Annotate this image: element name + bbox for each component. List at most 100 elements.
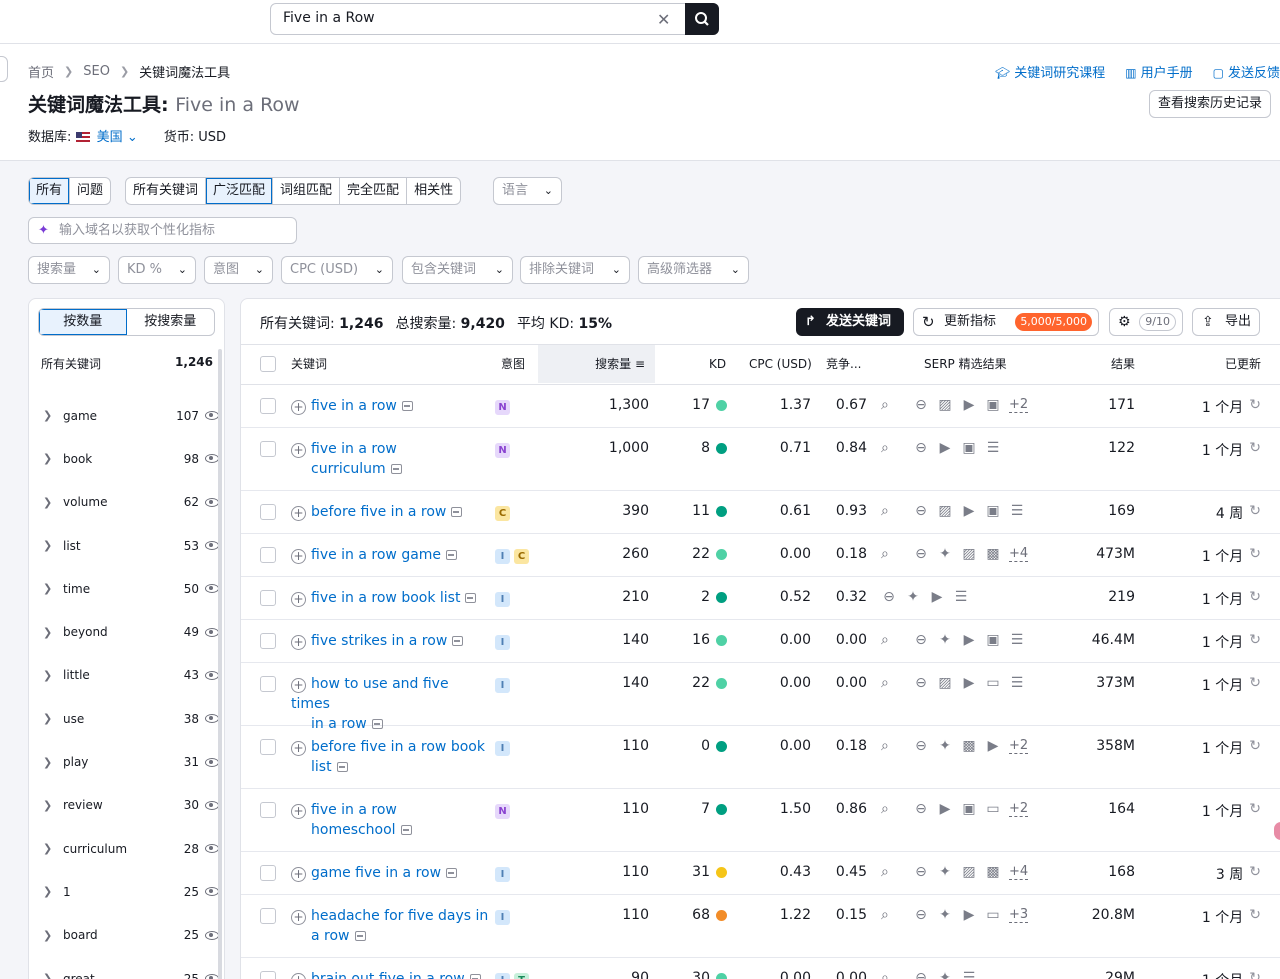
refresh-icon[interactable]: ↻: [1249, 738, 1261, 758]
serp-more[interactable]: +4: [1009, 864, 1029, 880]
chevron-right-icon[interactable]: ❯: [43, 885, 63, 898]
close-icon[interactable]: ✕: [657, 10, 670, 29]
group-item[interactable]: ❯ book 98: [29, 437, 219, 480]
eye-icon[interactable]: [205, 887, 219, 897]
serp-snapshot-icon[interactable]: [354, 931, 366, 941]
group-item[interactable]: ❯ time 50: [29, 567, 219, 610]
filter-intent[interactable]: 意图 ⌄: [204, 256, 273, 284]
column-settings-button[interactable]: ⚙ 9/10: [1109, 308, 1183, 336]
add-to-list-icon[interactable]: +: [291, 635, 306, 650]
serp-magnifier-icon[interactable]: ⌕: [881, 970, 889, 979]
serp-more[interactable]: +2: [1009, 738, 1029, 754]
group-item[interactable]: ❯ great 25: [29, 957, 219, 979]
row-checkbox[interactable]: [260, 802, 276, 818]
col-results[interactable]: 结果: [1111, 345, 1135, 383]
keyword-link[interactable]: + five in a row book list: [291, 588, 491, 608]
eye-icon[interactable]: [205, 497, 219, 507]
chevron-right-icon[interactable]: ❯: [43, 842, 63, 855]
serp-snapshot-icon[interactable]: [446, 550, 458, 560]
add-to-list-icon[interactable]: +: [291, 549, 306, 564]
serp-snapshot-icon[interactable]: [465, 593, 477, 603]
row-checkbox[interactable]: [260, 398, 276, 414]
tab-related[interactable]: 相关性: [407, 178, 460, 204]
row-checkbox[interactable]: [260, 739, 276, 755]
serp-magnifier-icon[interactable]: ⌕: [881, 738, 889, 754]
keyword-link[interactable]: + before five in a row book list: [291, 737, 491, 777]
add-to-list-icon[interactable]: +: [291, 506, 306, 521]
eye-icon[interactable]: [205, 974, 219, 979]
serp-more[interactable]: +3: [1009, 907, 1029, 923]
breadcrumb-home[interactable]: 首页: [28, 62, 54, 81]
select-all-checkbox[interactable]: [260, 356, 276, 372]
chevron-right-icon[interactable]: ❯: [43, 626, 63, 639]
feedback-link[interactable]: ▢ 发送反馈: [1213, 62, 1280, 81]
refresh-icon[interactable]: ↻: [1249, 440, 1261, 460]
sort-by-count[interactable]: 按数量: [39, 309, 127, 335]
group-item[interactable]: ❯ play 31: [29, 740, 219, 783]
filter-exclude[interactable]: 排除关键词 ⌄: [520, 256, 630, 284]
serp-snapshot-icon[interactable]: [401, 401, 413, 411]
groups-scrollbar[interactable]: [218, 349, 222, 979]
tab-exact-match[interactable]: 完全匹配: [340, 178, 408, 204]
chevron-right-icon[interactable]: ❯: [43, 929, 63, 942]
chevron-right-icon[interactable]: ❯: [43, 496, 63, 509]
chevron-right-icon[interactable]: ❯: [43, 972, 63, 979]
keyword-link[interactable]: + game five in a row: [291, 863, 491, 883]
breadcrumb-seo[interactable]: SEO: [83, 64, 110, 79]
group-item[interactable]: ❯ little 43: [29, 654, 219, 697]
search-input[interactable]: [283, 10, 643, 26]
chevron-right-icon[interactable]: ❯: [43, 756, 63, 769]
keyword-link[interactable]: + five in a row game: [291, 545, 491, 565]
tab-questions[interactable]: 问题: [70, 178, 110, 204]
eye-icon[interactable]: [205, 541, 219, 551]
add-to-list-icon[interactable]: +: [291, 973, 306, 979]
keyword-link[interactable]: + five in a row curriculum: [291, 439, 491, 479]
keyword-link[interactable]: + five in a row homeschool: [291, 800, 491, 840]
col-volume[interactable]: 搜索量 ≡: [538, 345, 655, 383]
search-button[interactable]: [685, 3, 719, 35]
tab-broad-match[interactable]: 广泛匹配: [206, 178, 274, 204]
keyword-link[interactable]: + before five in a row: [291, 502, 491, 522]
row-checkbox[interactable]: [260, 590, 276, 606]
serp-magnifier-icon[interactable]: ⌕: [881, 440, 889, 456]
all-keywords-group[interactable]: 所有关键词 1,246: [41, 355, 213, 372]
serp-snapshot-icon[interactable]: [452, 636, 464, 646]
row-checkbox[interactable]: [260, 908, 276, 924]
chevron-right-icon[interactable]: ❯: [43, 452, 63, 465]
add-to-list-icon[interactable]: +: [291, 678, 306, 693]
serp-magnifier-icon[interactable]: ⌕: [881, 632, 889, 648]
tab-all[interactable]: 所有: [29, 178, 71, 204]
col-updated[interactable]: 已更新: [1225, 345, 1261, 383]
add-to-list-icon[interactable]: +: [291, 741, 306, 756]
chevron-right-icon[interactable]: ❯: [43, 669, 63, 682]
sidebar-toggle[interactable]: [0, 56, 8, 82]
col-keyword[interactable]: 关键词: [291, 345, 327, 383]
serp-magnifier-icon[interactable]: ⌕: [881, 503, 889, 519]
serp-magnifier-icon[interactable]: ⌕: [881, 397, 889, 413]
chevron-right-icon[interactable]: ❯: [43, 582, 63, 595]
group-item[interactable]: ❯ curriculum 28: [29, 827, 219, 870]
serp-more[interactable]: +2: [1009, 801, 1029, 817]
serp-magnifier-icon[interactable]: ⌕: [881, 864, 889, 880]
filter-volume[interactable]: 搜索量 ⌄: [28, 256, 110, 284]
refresh-icon[interactable]: ↻: [1249, 503, 1261, 523]
row-checkbox[interactable]: [260, 865, 276, 881]
refresh-icon[interactable]: ↻: [1249, 907, 1261, 927]
eye-icon[interactable]: [205, 930, 219, 940]
eye-icon[interactable]: [205, 670, 219, 680]
refresh-icon[interactable]: ↻: [1249, 546, 1261, 566]
add-to-list-icon[interactable]: +: [291, 910, 306, 925]
refresh-icon[interactable]: ↻: [1249, 970, 1261, 979]
row-checkbox[interactable]: [260, 441, 276, 457]
keyword-link[interactable]: + five in a row: [291, 396, 491, 416]
serp-snapshot-icon[interactable]: [336, 762, 348, 772]
serp-magnifier-icon[interactable]: ⌕: [881, 907, 889, 923]
col-cpc[interactable]: CPC (USD): [749, 345, 812, 383]
keyword-link[interactable]: + headache for five days in a row: [291, 906, 491, 946]
filter-advanced[interactable]: 高级筛选器 ⌄: [638, 256, 749, 284]
chevron-right-icon[interactable]: ❯: [43, 799, 63, 812]
group-item[interactable]: ❯ volume 62: [29, 481, 219, 524]
send-keywords-button[interactable]: ↱ 发送关键词: [796, 308, 904, 336]
refresh-icon[interactable]: ↻: [1249, 864, 1261, 884]
serp-magnifier-icon[interactable]: ⌕: [881, 546, 889, 562]
